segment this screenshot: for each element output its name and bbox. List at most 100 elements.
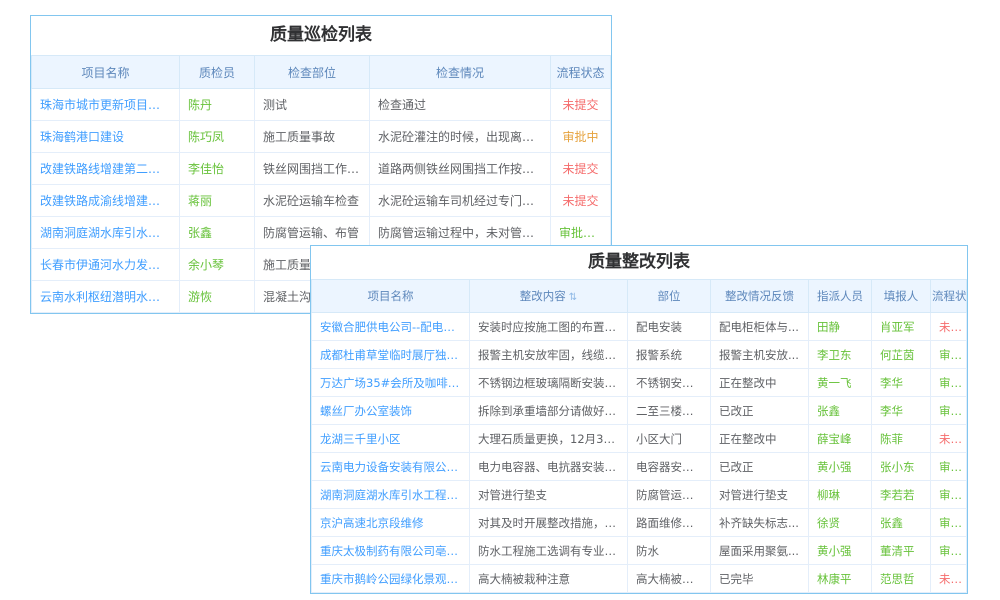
column-header-content[interactable]: 整改内容⇅: [470, 280, 628, 313]
rectification-cell-content: 对管进行垫支: [470, 481, 628, 509]
inspection-cell-location: 防腐管运输、布管: [255, 217, 370, 249]
rectification-cell-assignee: 徐贤: [809, 509, 872, 537]
table-row: 湖南洞庭湖水库引水工程施工1标对管进行垫支防腐管运输...对管进行垫支柳琳李若若…: [312, 481, 967, 509]
inspection-cell-inspector: 张鑫: [180, 217, 255, 249]
rectification-cell-content: 不锈钢边框玻璃隔断安装不牢...: [470, 369, 628, 397]
rectification-cell-status: 审批通过: [931, 453, 967, 481]
column-header-feedback: 整改情况反馈: [711, 280, 809, 313]
rectification-cell-assignee: 薛宝峰: [809, 425, 872, 453]
rectification-title: 质量整改列表: [311, 246, 967, 279]
column-header-inspector: 质检员: [180, 56, 255, 89]
rectification-cell-status: 审批通过: [931, 537, 967, 565]
table-row: 万达广场35#会所及咖啡厅空...不锈钢边框玻璃隔断安装不牢...不锈钢安装..…: [312, 369, 967, 397]
rectification-table-header: 项目名称整改内容⇅部位整改情况反馈指派人员填报人流程状态: [312, 280, 967, 313]
inspection-cell-inspector: 李佳怡: [180, 153, 255, 185]
rectification-cell-assignee: 黄小强: [809, 537, 872, 565]
rectification-cell-status: 审批通过: [931, 341, 967, 369]
sort-icon[interactable]: ⇅: [569, 292, 577, 303]
rectification-cell-assignee: 林康平: [809, 565, 872, 593]
rectification-cell-project[interactable]: 龙湖三千里小区: [312, 425, 470, 453]
inspection-cell-location: 水泥砼运输车检查: [255, 185, 370, 217]
rectification-cell-project[interactable]: 成都杜甫草堂临时展厅独立展...: [312, 341, 470, 369]
header-row: 项目名称 质检员 检查部位检查情况流程状态: [32, 56, 611, 89]
rectification-cell-reporter: 李华: [872, 369, 931, 397]
rectification-cell-project[interactable]: 湖南洞庭湖水库引水工程施工1标: [312, 481, 470, 509]
column-header-label: 质检员: [199, 66, 235, 80]
inspection-cell-inspector: 游恢: [180, 281, 255, 313]
rectification-cell-status: 审批通过: [931, 369, 967, 397]
rectification-cell-content: 对其及时开展整改措施，桥头...: [470, 509, 628, 537]
rectification-cell-feedback: 已改正: [711, 453, 809, 481]
rectification-cell-part: 二至三楼混...: [628, 397, 711, 425]
column-header-label: 指派人员: [817, 289, 863, 303]
rectification-table: 项目名称整改内容⇅部位整改情况反馈指派人员填报人流程状态 安徽合肥供电公司--配…: [311, 279, 967, 593]
rectification-cell-reporter: 范思哲: [872, 565, 931, 593]
inspection-cell-situation: 水泥砼灌注的时候，出现离析现象: [370, 121, 551, 153]
inspection-cell-project[interactable]: 云南水利枢纽潜明水库...: [32, 281, 180, 313]
rectification-cell-project[interactable]: 万达广场35#会所及咖啡厅空...: [312, 369, 470, 397]
rectification-cell-status: 未提交: [931, 425, 967, 453]
rectification-cell-feedback: 屋面采用聚氨...: [711, 537, 809, 565]
table-row: 螺丝厂办公室装饰拆除到承重墙部分请做好加固...二至三楼混...已改正张鑫李华审…: [312, 397, 967, 425]
rectification-cell-project[interactable]: 螺丝厂办公室装饰: [312, 397, 470, 425]
rectification-cell-feedback: 报警主机安放...: [711, 341, 809, 369]
inspection-cell-situation: 检查通过: [370, 89, 551, 121]
rectification-cell-content: 防水工程施工选调有专业资质...: [470, 537, 628, 565]
rectification-cell-project[interactable]: 云南电力设备安装有限公司20...: [312, 453, 470, 481]
inspection-cell-status: 未提交: [551, 89, 611, 121]
rectification-cell-content: 大理石质量更换，12月31日之...: [470, 425, 628, 453]
inspection-cell-inspector: 陈巧凤: [180, 121, 255, 153]
inspection-cell-project[interactable]: 改建铁路成渝线增建第...: [32, 185, 180, 217]
inspection-cell-situation: 防腐管运输过程中，未对管进行...: [370, 217, 551, 249]
table-row: 改建铁路成渝线增建第...蒋丽水泥砼运输车检查水泥砼运输车司机经过专门培训...…: [32, 185, 611, 217]
inspection-cell-project[interactable]: 珠海市城市更新项目紫...: [32, 89, 180, 121]
rectification-cell-assignee: 黄小强: [809, 453, 872, 481]
rectification-cell-assignee: 柳琳: [809, 481, 872, 509]
column-header-part: 部位: [628, 280, 711, 313]
header-row: 项目名称整改内容⇅部位整改情况反馈指派人员填报人流程状态: [312, 280, 967, 313]
rectification-cell-status: 审批通过: [931, 397, 967, 425]
rectification-cell-part: 路面维修检...: [628, 509, 711, 537]
column-header-label: 项目名称: [368, 289, 414, 303]
column-header-label: 填报人: [884, 289, 919, 303]
inspection-cell-project[interactable]: 长春市伊通河水力发电...: [32, 249, 180, 281]
rectification-cell-feedback: 正在整改中: [711, 425, 809, 453]
rectification-cell-reporter: 李华: [872, 397, 931, 425]
table-row: 珠海市城市更新项目紫...陈丹测试检查通过未提交: [32, 89, 611, 121]
inspection-cell-location: 铁丝网围挡工作检查: [255, 153, 370, 185]
inspection-cell-project[interactable]: 改建铁路线增建第二线...: [32, 153, 180, 185]
rectification-cell-content: 拆除到承重墙部分请做好加固...: [470, 397, 628, 425]
column-header-location: 检查部位: [255, 56, 370, 89]
column-header-label: 整改内容: [520, 289, 566, 303]
rectification-cell-reporter: 张鑫: [872, 509, 931, 537]
column-header-reporter: 填报人: [872, 280, 931, 313]
rectification-cell-part: 高大楠被栽种: [628, 565, 711, 593]
rectification-cell-feedback: 对管进行垫支: [711, 481, 809, 509]
inspection-cell-status: 未提交: [551, 153, 611, 185]
column-header-label: 流程状态: [932, 289, 967, 303]
table-row: 重庆市鹅岭公园绿化景观提升...高大楠被栽种注意高大楠被栽种已完毕林康平范思哲未…: [312, 565, 967, 593]
column-header-project: 项目名称: [32, 56, 180, 89]
table-row: 珠海鹤港口建设陈巧凤施工质量事故水泥砼灌注的时候，出现离析现象审批中: [32, 121, 611, 153]
rectification-cell-project[interactable]: 重庆市鹅岭公园绿化景观提升...: [312, 565, 470, 593]
inspection-cell-project[interactable]: 珠海鹤港口建设: [32, 121, 180, 153]
rectification-cell-reporter: 董清平: [872, 537, 931, 565]
inspection-title: 质量巡检列表: [31, 16, 611, 55]
column-header-label: 项目名称: [81, 66, 129, 80]
column-header-status: 流程状态: [551, 56, 611, 89]
rectification-cell-status: 未提交: [931, 313, 967, 341]
rectification-cell-project[interactable]: 安徽合肥供电公司--配电设备...: [312, 313, 470, 341]
inspection-table-header: 项目名称 质检员 检查部位检查情况流程状态: [32, 56, 611, 89]
rectification-cell-assignee: 张鑫: [809, 397, 872, 425]
rectification-cell-assignee: 黄一飞: [809, 369, 872, 397]
column-header-situation: 检查情况: [370, 56, 551, 89]
rectification-cell-content: 高大楠被栽种注意: [470, 565, 628, 593]
rectification-cell-project[interactable]: 重庆太极制药有限公司亳州中...: [312, 537, 470, 565]
column-header-project: 项目名称: [312, 280, 470, 313]
inspection-cell-project[interactable]: 湖南洞庭湖水库引水工...: [32, 217, 180, 249]
rectification-cell-content: 电力电容器、电抗器安装方案...: [470, 453, 628, 481]
rectification-cell-reporter: 何芷茵: [872, 341, 931, 369]
rectification-cell-project[interactable]: 京沪高速北京段维修: [312, 509, 470, 537]
rectification-cell-feedback: 已完毕: [711, 565, 809, 593]
rectification-cell-reporter: 陈菲: [872, 425, 931, 453]
